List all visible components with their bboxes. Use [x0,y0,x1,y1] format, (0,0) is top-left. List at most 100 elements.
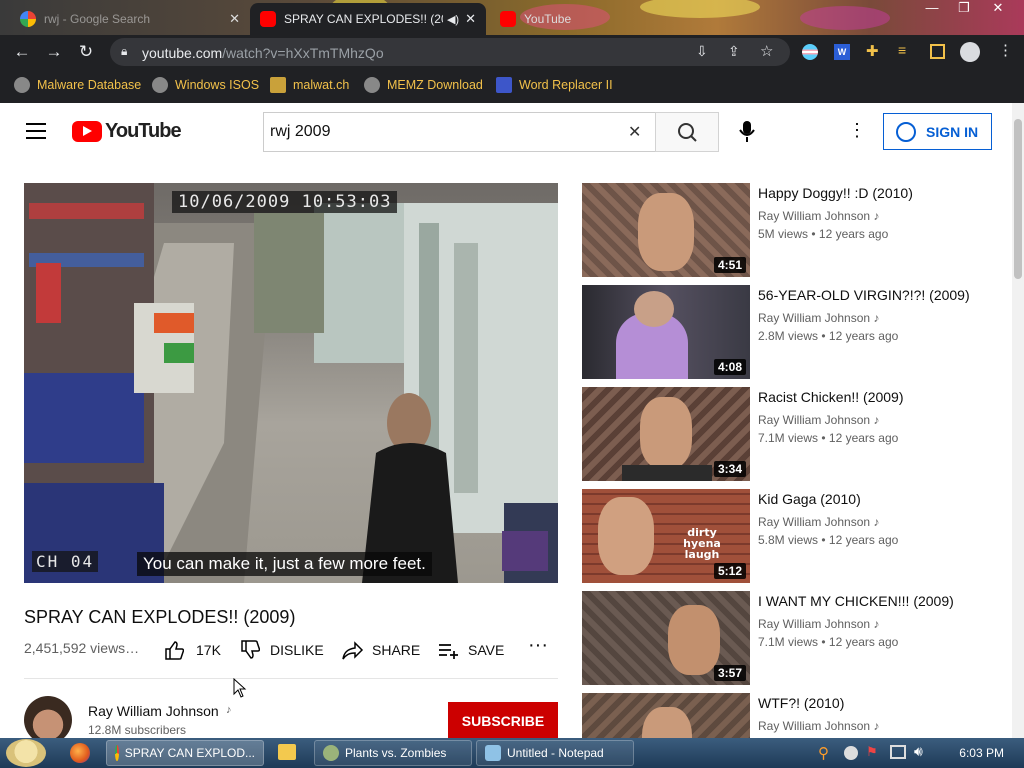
scrollbar-thumb[interactable] [1014,119,1022,279]
dislike-button[interactable]: DISLIKE [240,640,324,660]
extensions-puzzle-icon[interactable]: ✚ [866,42,879,60]
suggestion-title[interactable]: Racist Chicken!! (2009) [758,389,904,405]
clear-search-icon[interactable]: ✕ [628,122,641,142]
extension-word-icon[interactable]: W [834,44,850,60]
suggested-video[interactable]: dirty hyena laugh 5:12 Kid Gaga (2010) R… [582,489,1002,585]
taskbar-item-chrome[interactable]: SPRAY CAN EXPLOD... [106,740,264,766]
suggestion-stats: 7.1M views • 12 years ago [758,635,899,649]
search-input[interactable]: rwj 2009 [263,112,656,152]
tab-youtube[interactable]: YouTube [490,3,640,35]
youtube-logo[interactable]: YouTube [72,120,182,143]
bookmark-windows-isos[interactable]: Windows ISOS [152,77,259,93]
file-explorer-icon[interactable] [278,744,296,760]
tab-spray-can[interactable]: SPRAY CAN EXPLODES!! (200 ◀︎) ✕ [250,3,486,35]
share-page-icon[interactable]: ⇪ [728,43,740,60]
save-label: SAVE [468,642,505,658]
lock-icon: 🔒︎ [121,44,128,58]
restore-icon[interactable]: ❐ [950,0,978,18]
youtube-play-logo-icon [72,121,102,142]
music-note-icon: ♪ [873,209,880,223]
globe-icon [152,77,168,93]
google-icon [20,11,36,27]
microphone-icon[interactable] [738,121,756,143]
view-count[interactable]: 2,451,592 views… [24,640,139,656]
video-thumbnail[interactable]: 4:08 [582,285,750,379]
taskbar-item-plants-vs-zombies[interactable]: Plants vs. Zombies [314,740,472,766]
start-button-icon[interactable] [6,739,46,767]
subscribe-label: SUBSCRIBE [461,713,545,729]
settings-more-icon[interactable]: ⋮ [848,120,866,141]
bookmark-memz-download[interactable]: MEMZ Download [364,77,483,93]
chrome-icon [115,745,119,761]
page-scrollbar[interactable] [1012,103,1024,738]
taskbar-item-notepad[interactable]: Untitled - Notepad [476,740,634,766]
thumbnail-face [640,397,692,469]
taskbar-clock[interactable]: 6:03 PM [959,746,1004,760]
dislike-label: DISLIKE [270,642,324,658]
suggested-video[interactable]: 4:51 Happy Doggy!! :D (2010) Ray William… [582,183,1002,279]
more-actions-icon[interactable]: ··· [528,634,548,657]
side-panel-icon[interactable] [930,44,945,59]
channel-avatar[interactable] [24,696,72,744]
video-thumbnail[interactable]: 3:57 [582,591,750,685]
suggestion-title[interactable]: I WANT MY CHICKEN!!! (2009) [758,593,954,609]
extension-flag-icon[interactable] [802,44,818,60]
forward-arrow-icon[interactable]: → [44,43,64,63]
firefox-icon[interactable] [70,743,90,763]
suggested-video[interactable]: 3:34 Racist Chicken!! (2009) Ray William… [582,387,1002,483]
close-tab-icon[interactable]: ✕ [229,11,240,27]
hamburger-menu-icon[interactable] [26,123,46,139]
profile-avatar-icon[interactable] [960,42,980,62]
video-thumbnail[interactable]: dirty hyena laugh 5:12 [582,489,750,583]
suggestion-title[interactable]: 56-YEAR-OLD VIRGIN?!?! (2009) [758,287,970,303]
video-frame-image [24,183,558,583]
suggested-video[interactable]: 4:08 56-YEAR-OLD VIRGIN?!?! (2009) Ray W… [582,285,1002,381]
suggestion-title[interactable]: WTF?! (2010) [758,695,844,711]
network-icon[interactable] [890,745,906,759]
bookmark-star-icon[interactable]: ☆ [760,42,773,60]
share-button[interactable]: SHARE [342,640,420,660]
bookmark-label: Windows ISOS [175,78,260,92]
suggestion-channel: Ray William Johnson ♪ [758,413,880,427]
cctv-timestamp: 10/06/2009 10:53:03 [172,191,398,213]
suggestion-channel: Ray William Johnson ♪ [758,719,880,733]
subscribe-button[interactable]: SUBSCRIBE [448,702,558,740]
speaker-icon[interactable]: ◀︎) [447,13,459,26]
back-arrow-icon[interactable]: ← [12,43,32,63]
wallpaper-splat [800,6,890,30]
bookmark-malwatch[interactable]: malwat.ch [270,77,349,93]
browser-menu-icon[interactable]: ⋮ [998,41,1013,59]
media-queue-icon[interactable]: ≡ [898,42,906,58]
save-button[interactable]: SAVE [438,640,504,660]
close-tab-icon[interactable]: ✕ [465,11,476,27]
suggested-video[interactable]: WTF?! (2010) Ray William Johnson ♪ [582,693,1002,738]
bookmark-word-replacer[interactable]: Word Replacer II [496,77,613,93]
bookmark-malware-database[interactable]: Malware Database [14,77,141,93]
tab-title: YouTube [524,12,572,26]
suggestion-title[interactable]: Kid Gaga (2010) [758,491,861,507]
close-window-icon[interactable]: ✕ [984,0,1012,18]
url-host: youtube.com [142,45,223,61]
install-icon[interactable]: ⇩ [696,43,708,60]
tray-app-icon[interactable] [844,746,858,760]
video-thumbnail[interactable]: 3:34 [582,387,750,481]
video-thumbnail[interactable]: 4:51 [582,183,750,277]
volume-icon[interactable]: 🔊︎ [914,743,923,760]
search-button[interactable] [655,112,719,152]
omnibox[interactable]: 🔒︎ youtube.com/watch?v=hXxTmTMhzQo ⇩ ⇪ ☆ [110,38,790,66]
flag-warning-icon[interactable]: ⚑ [866,744,878,760]
tab-title-prefix: rwj - [44,12,70,26]
channel-name[interactable]: Ray William Johnson [88,703,219,719]
search-magnifier-icon[interactable]: ⚲ [818,744,829,762]
video-player[interactable]: 10/06/2009 10:53:03 CH 04 You can make i… [24,183,558,583]
suggestion-title[interactable]: Happy Doggy!! :D (2010) [758,185,913,201]
video-thumbnail[interactable] [582,693,750,738]
tab-google-search[interactable]: rwj - Google Search ✕ [10,3,250,35]
mouse-cursor-icon [233,678,247,698]
like-button[interactable]: 17K [164,640,221,660]
suggested-video[interactable]: 3:57 I WANT MY CHICKEN!!! (2009) Ray Wil… [582,591,1002,687]
sign-in-button[interactable]: SIGN IN [883,113,992,150]
reload-icon[interactable]: ↻ [76,43,96,63]
minimize-icon[interactable]: — [918,0,946,18]
taskbar-label: SPRAY CAN EXPLOD... [124,746,255,760]
